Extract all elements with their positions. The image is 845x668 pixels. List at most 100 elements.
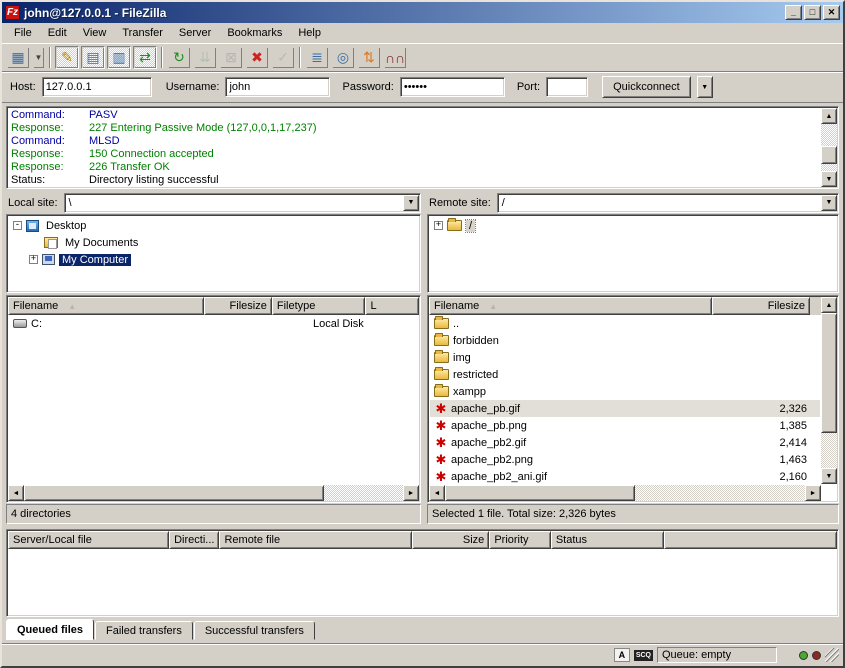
toggle-remote-tree-icon: ▥ xyxy=(112,49,125,66)
scroll-left-icon[interactable]: ◄ xyxy=(8,485,24,501)
remote-horizontal-scrollbar[interactable]: ◄ ► xyxy=(429,485,821,501)
minimize-button[interactable]: _ xyxy=(785,5,802,20)
menu-item-server[interactable]: Server xyxy=(171,25,219,41)
remote-scroll-thumb[interactable] xyxy=(821,313,837,433)
expand-icon[interactable]: + xyxy=(29,255,38,264)
table-row[interactable]: .. xyxy=(430,315,820,332)
local-site-combo[interactable]: \ ▼ xyxy=(64,193,421,213)
local-scroll-thumb[interactable] xyxy=(24,485,324,501)
menu-item-bookmarks[interactable]: Bookmarks xyxy=(219,25,290,41)
speed-limit-icon[interactable]: SCQ xyxy=(634,650,653,661)
table-row[interactable]: img xyxy=(430,349,820,366)
column-header-remote-file[interactable]: Remote file xyxy=(219,531,412,549)
scroll-left-icon[interactable]: ◄ xyxy=(429,485,445,501)
toggle-message-log-button[interactable]: ✎ xyxy=(55,46,79,69)
table-row[interactable]: C:Local Disk xyxy=(9,315,418,332)
column-header-server-local-file[interactable]: Server/Local file xyxy=(8,531,169,549)
quickconnect-button[interactable]: Quickconnect xyxy=(602,76,691,98)
tree-item[interactable]: My Documents xyxy=(9,234,418,251)
column-header-priority[interactable]: Priority xyxy=(489,531,551,549)
column-header-filetype[interactable]: Filetype xyxy=(272,297,366,315)
filename-cell: ✱apache_pb2.gif xyxy=(430,434,713,451)
toggle-local-tree-button[interactable]: ▤ xyxy=(81,46,105,69)
filezilla-window: Fz john@127.0.0.1 - FileZilla _ □ ✕ File… xyxy=(0,0,845,668)
disconnect-button[interactable]: ✖ xyxy=(245,46,269,69)
scroll-up-icon[interactable]: ▲ xyxy=(821,297,837,313)
username-input[interactable] xyxy=(225,77,330,97)
tab-queued-files[interactable]: Queued files xyxy=(6,619,94,640)
cancel-transfer-icon: ⊠ xyxy=(225,49,237,66)
collapse-icon[interactable]: - xyxy=(13,221,22,230)
queue-header: Server/Local fileDirecti...Remote fileSi… xyxy=(8,531,837,549)
column-header-size[interactable]: Size xyxy=(412,531,489,549)
log-line: Command:PASV xyxy=(9,109,820,122)
column-header-filesize[interactable]: Filesize xyxy=(712,297,810,315)
find-button[interactable]: ∩∩ xyxy=(383,46,407,69)
log-line-text: 226 Transfer OK xyxy=(89,161,170,174)
scroll-right-icon[interactable]: ► xyxy=(805,485,821,501)
table-row[interactable]: xampp xyxy=(430,383,820,400)
log-vertical-scrollbar[interactable]: ▲ ▼ xyxy=(821,108,837,187)
close-button[interactable]: ✕ xyxy=(823,5,840,20)
toggle-remote-tree-button[interactable]: ▥ xyxy=(107,46,131,69)
log-line-text: Directory listing successful xyxy=(89,174,219,186)
menu-bar: FileEditViewTransferServerBookmarksHelp xyxy=(2,23,843,43)
column-header-directi-[interactable]: Directi... xyxy=(169,531,219,549)
data-type-ascii-icon[interactable]: A xyxy=(614,648,630,662)
scroll-right-icon[interactable]: ► xyxy=(403,485,419,501)
sync-browse-button[interactable]: ⇅ xyxy=(357,46,381,69)
site-manager-button[interactable]: ▦ xyxy=(6,46,30,69)
menu-item-transfer[interactable]: Transfer xyxy=(114,25,171,41)
tree-item[interactable]: -Desktop xyxy=(9,217,418,234)
table-row[interactable]: forbidden xyxy=(430,332,820,349)
log-scroll-thumb[interactable] xyxy=(821,146,837,164)
menu-item-file[interactable]: File xyxy=(6,25,40,41)
scroll-up-icon[interactable]: ▲ xyxy=(821,108,837,124)
menu-item-view[interactable]: View xyxy=(75,25,115,41)
table-row[interactable]: restricted xyxy=(430,366,820,383)
tree-item[interactable]: +My Computer xyxy=(9,251,418,268)
scroll-down-icon[interactable]: ▼ xyxy=(821,468,837,484)
port-input[interactable] xyxy=(546,77,588,97)
remote-vertical-scrollbar[interactable]: ▲ ▼ xyxy=(821,297,837,484)
table-row[interactable]: ✱apache_pb2.png1,463 xyxy=(430,451,820,468)
scroll-down-icon[interactable]: ▼ xyxy=(821,171,837,187)
filename-cell: ✱apache_pb2.png xyxy=(430,451,713,468)
menu-item-help[interactable]: Help xyxy=(290,25,329,41)
chevron-down-icon[interactable]: ▼ xyxy=(821,195,837,211)
queue-status: Queue: empty xyxy=(657,647,777,663)
expand-icon[interactable]: + xyxy=(434,221,443,230)
password-input[interactable] xyxy=(400,77,505,97)
site-manager-dropdown[interactable]: ▼ xyxy=(32,46,45,69)
resize-grip[interactable] xyxy=(825,648,839,662)
maximize-button[interactable]: □ xyxy=(804,5,821,20)
compare-button[interactable]: ◎ xyxy=(331,46,355,69)
log-line-text: PASV xyxy=(89,109,118,122)
toggle-transfer-queue-button[interactable]: ⇄ xyxy=(133,46,157,69)
refresh-button[interactable]: ↻ xyxy=(167,46,191,69)
remote-site-combo[interactable]: / ▼ xyxy=(497,193,839,213)
table-row[interactable]: ✱apache_pb2.gif2,414 xyxy=(430,434,820,451)
tab-failed-transfers[interactable]: Failed transfers xyxy=(95,621,193,640)
column-header-filename[interactable]: Filename▲ xyxy=(429,297,712,315)
tree-item[interactable]: +/ xyxy=(430,217,836,234)
local-horizontal-scrollbar[interactable]: ◄ ► xyxy=(8,485,419,501)
chevron-down-icon[interactable]: ▼ xyxy=(403,195,419,211)
column-header-filename[interactable]: Filename▲ xyxy=(8,297,204,315)
column-header-filesize[interactable]: Filesize xyxy=(204,297,272,315)
tab-successful-transfers[interactable]: Successful transfers xyxy=(194,621,315,640)
filename-text: apache_pb.gif xyxy=(451,403,520,415)
quickconnect-dropdown[interactable]: ▼ xyxy=(697,76,713,98)
column-header-l[interactable]: L xyxy=(365,297,419,315)
column-header-status[interactable]: Status xyxy=(551,531,664,549)
title-bar[interactable]: Fz john@127.0.0.1 - FileZilla _ □ ✕ xyxy=(2,2,843,23)
drive-icon xyxy=(13,319,27,328)
table-row[interactable]: ✱apache_pb.gif2,326 xyxy=(430,400,820,417)
filter-button[interactable]: ≣ xyxy=(305,46,329,69)
host-input[interactable] xyxy=(42,77,152,97)
table-row[interactable]: ✱apache_pb2_ani.gif2,160 xyxy=(430,468,820,484)
table-row[interactable]: ✱apache_pb.png1,385 xyxy=(430,417,820,434)
menu-item-edit[interactable]: Edit xyxy=(40,25,75,41)
column-header-blank[interactable] xyxy=(664,531,837,549)
remote-scroll-thumb-h[interactable] xyxy=(445,485,635,501)
